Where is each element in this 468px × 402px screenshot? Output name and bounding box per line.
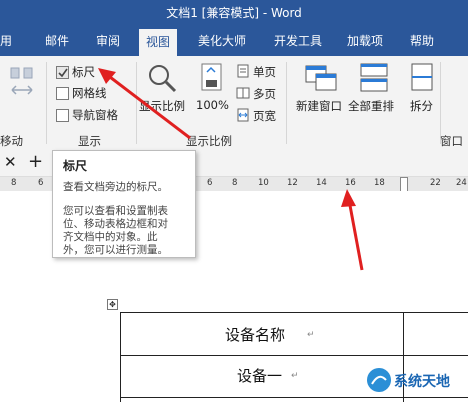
- magnifier-icon[interactable]: [146, 62, 178, 96]
- tab-addins[interactable]: 加载项: [347, 32, 383, 49]
- split-label[interactable]: 拆分: [410, 98, 433, 114]
- page-width-label[interactable]: 页宽: [253, 108, 276, 124]
- window-group-label: 窗口: [440, 134, 463, 148]
- table-move-handle-icon[interactable]: ✥: [107, 299, 118, 310]
- ruler-number: 16: [345, 178, 356, 188]
- single-page-icon[interactable]: [236, 64, 250, 78]
- tooltip-summary: 查看文档旁边的标尺。: [63, 181, 168, 193]
- ruler-number: 6: [207, 178, 213, 188]
- table-header-cell[interactable]: 设备名称: [225, 324, 285, 345]
- hundred-percent-label[interactable]: 100%: [196, 98, 229, 112]
- single-page-label[interactable]: 单页: [253, 64, 276, 80]
- move-group-label: 移动: [0, 134, 23, 148]
- table-row-border: [121, 355, 468, 356]
- tab-references[interactable]: 用: [0, 32, 12, 49]
- tab-meihua[interactable]: 美化大师: [198, 32, 246, 49]
- tooltip-title: 标尺: [63, 159, 88, 173]
- nav-pane-checkbox[interactable]: [56, 109, 69, 122]
- watermark-logo: 系统天地: [360, 359, 468, 401]
- multi-page-icon[interactable]: [236, 86, 250, 100]
- separator: [136, 62, 137, 144]
- ribbon: 移动 标尺 网格线 导航窗格 显示 显示比例 100% 单页 多页 页宽 显示比…: [0, 56, 468, 151]
- tab-help[interactable]: 帮助: [410, 32, 434, 49]
- split-icon[interactable]: [410, 62, 434, 94]
- watermark-icon: [367, 368, 391, 392]
- multi-page-label[interactable]: 多页: [253, 86, 276, 102]
- new-window-icon[interactable]: [304, 62, 338, 94]
- zoom-button-label[interactable]: 显示比例: [139, 98, 185, 114]
- tooltip-detail-line: 外，您可以进行测量。: [63, 244, 168, 256]
- indent-marker[interactable]: [400, 177, 408, 192]
- ruler-number: 8: [11, 178, 17, 188]
- tab-mailings[interactable]: 邮件: [45, 32, 69, 49]
- zoom-group-label: 显示比例: [186, 134, 232, 148]
- check-icon: [58, 68, 68, 78]
- separator: [46, 62, 47, 144]
- gridlines-label[interactable]: 网格线: [72, 85, 107, 101]
- separator: [286, 62, 287, 144]
- new-window-label[interactable]: 新建窗口: [296, 98, 342, 114]
- table-cell[interactable]: 设备一: [237, 365, 282, 386]
- page-width-icon[interactable]: [236, 108, 250, 122]
- tab-view[interactable]: 视图: [139, 29, 178, 56]
- nav-pane-label[interactable]: 导航窗格: [72, 107, 118, 123]
- add-icon[interactable]: +: [28, 151, 43, 172]
- separator: [440, 62, 441, 144]
- close-icon[interactable]: ✕: [4, 153, 17, 171]
- tab-developer[interactable]: 开发工具: [274, 32, 322, 49]
- arrange-all-label[interactable]: 全部重排: [348, 98, 394, 114]
- hundred-percent-icon[interactable]: [199, 62, 225, 94]
- ruler-number: 18: [374, 178, 385, 188]
- show-group-label: 显示: [78, 134, 101, 148]
- ruler-tooltip: 标尺 查看文档旁边的标尺。 您可以查看和设置制表 位、移动表格边框和对 齐文档中…: [52, 150, 196, 258]
- ruler-number: 22: [430, 178, 441, 188]
- move-icon[interactable]: [8, 66, 36, 106]
- ruler-number: 6: [38, 178, 44, 188]
- arrange-all-icon[interactable]: [359, 62, 389, 94]
- gridlines-checkbox[interactable]: [56, 87, 69, 100]
- title-bar: 文档1 [兼容模式] - Word: [0, 0, 468, 26]
- tab-review[interactable]: 审阅: [96, 32, 120, 49]
- window-title: 文档1 [兼容模式] - Word: [166, 6, 302, 20]
- ruler-number: 24: [456, 178, 467, 188]
- ruler-number: 12: [287, 178, 298, 188]
- paragraph-mark: ↵: [307, 330, 315, 340]
- ruler-checkbox[interactable]: [56, 66, 69, 79]
- ruler-number: 10: [258, 178, 269, 188]
- watermark-text: 系统天地: [394, 374, 450, 390]
- ribbon-tabs: 用 邮件 审阅 视图 美化大师 开发工具 加载项 帮助: [0, 26, 468, 56]
- ruler-number: 8: [232, 178, 238, 188]
- ruler-label[interactable]: 标尺: [72, 64, 95, 80]
- paragraph-mark: ↵: [291, 371, 299, 381]
- ruler-number: 14: [316, 178, 327, 188]
